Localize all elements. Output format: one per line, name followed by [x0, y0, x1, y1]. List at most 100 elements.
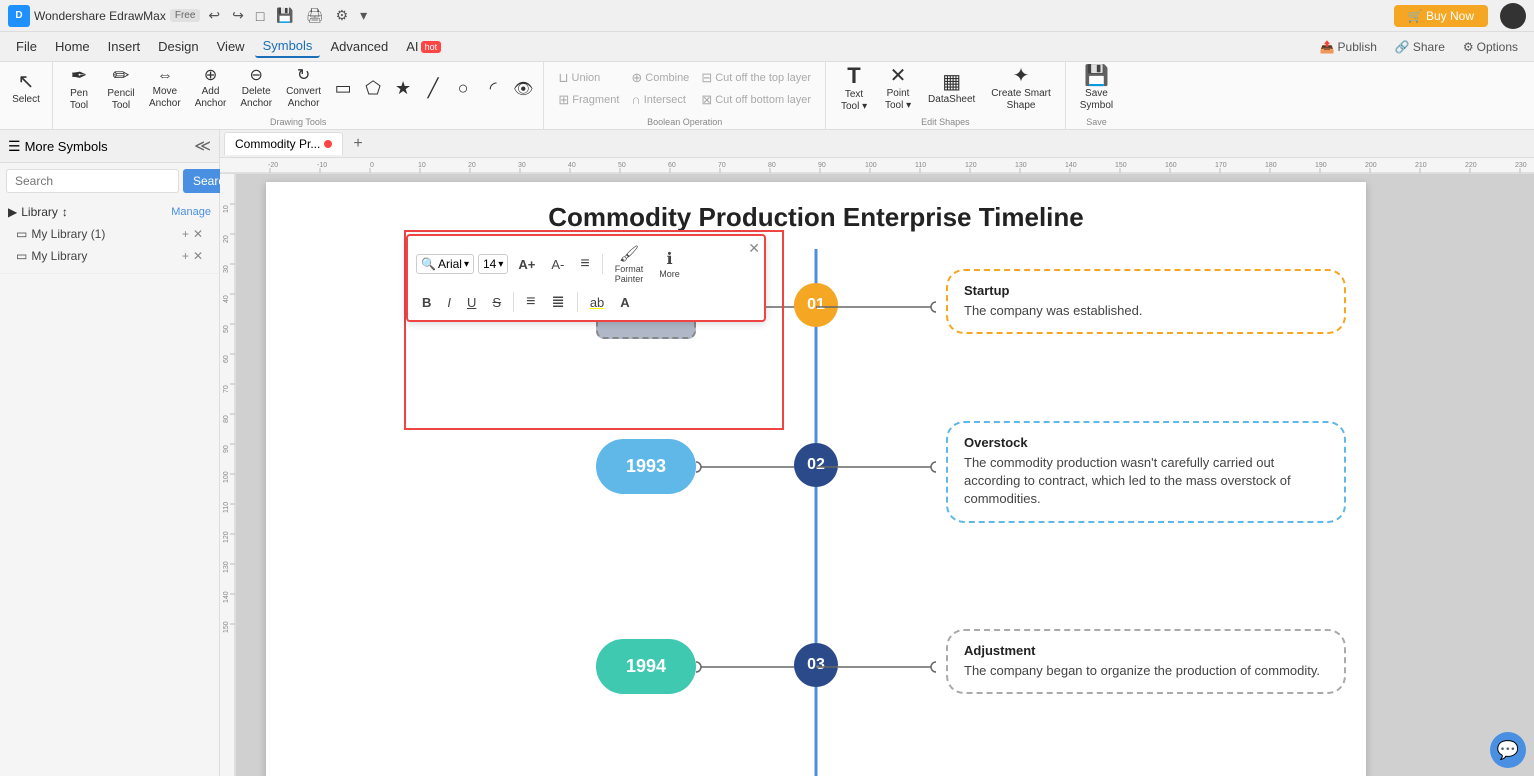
- svg-text:30: 30: [518, 162, 526, 169]
- cut-top-btn[interactable]: ⊟ Cut off the top layer: [695, 67, 817, 89]
- svg-text:230: 230: [1515, 162, 1527, 169]
- menu-file[interactable]: File: [8, 36, 45, 57]
- year-1993-text: 1993: [626, 456, 666, 477]
- timeline-area: 1992 01: [266, 249, 1366, 776]
- sidebar-collapse-btn[interactable]: ≪: [194, 136, 211, 156]
- delete-anchor-btn[interactable]: ⊖ DeleteAnchor: [234, 63, 278, 115]
- undo-btn[interactable]: ↩: [204, 5, 224, 26]
- text-formatting-toolbar: ✕ 🔍 Arial ▾ 14 ▾: [406, 234, 766, 322]
- my-lib-1-add-icon[interactable]: +: [182, 227, 189, 241]
- text-tool-btn[interactable]: T TextTool ▾: [834, 63, 874, 115]
- menu-insert[interactable]: Insert: [100, 36, 149, 57]
- datasheet-btn[interactable]: ▦ DataSheet: [922, 63, 981, 115]
- uppercase-btn[interactable]: A: [614, 293, 635, 312]
- canvas-tab[interactable]: Commodity Pr...: [224, 132, 343, 155]
- union-btn[interactable]: ⊔ Union: [552, 67, 625, 89]
- add-tab-btn[interactable]: +: [345, 131, 370, 157]
- more-btn[interactable]: ℹ More: [653, 247, 686, 281]
- svg-text:120: 120: [965, 162, 977, 169]
- svg-text:50: 50: [618, 162, 626, 169]
- menu-design[interactable]: Design: [150, 36, 206, 57]
- print-btn[interactable]: 🖨: [302, 5, 328, 26]
- menu-advanced[interactable]: Advanced: [322, 36, 396, 57]
- menu-view[interactable]: View: [209, 36, 253, 57]
- share-btn[interactable]: 🔗 Share: [1387, 37, 1453, 57]
- svg-text:-10: -10: [317, 162, 327, 169]
- text-toolbar-close-btn[interactable]: ✕: [748, 240, 760, 257]
- manage-link[interactable]: Manage: [171, 206, 211, 218]
- move-anchor-btn[interactable]: ⇔ MoveAnchor: [143, 63, 187, 115]
- save-btn-top[interactable]: 💾: [272, 5, 297, 26]
- svg-text:220: 220: [1465, 162, 1477, 169]
- create-smart-shape-btn[interactable]: ✦ Create SmartShape: [985, 63, 1056, 115]
- info-title-1993: Overstock: [964, 435, 1328, 450]
- save-symbol-btn[interactable]: 💾 SaveSymbol: [1074, 63, 1119, 115]
- menu-ai[interactable]: AI hot: [398, 36, 449, 57]
- eye-shape-btn[interactable]: 👁: [509, 63, 537, 115]
- point-tool-icon: ✕: [890, 66, 907, 86]
- buy-now-btn[interactable]: 🛒 🛒 Buy NowBuy Now: [1394, 5, 1488, 27]
- fragment-btn[interactable]: ⊞ Fragment: [552, 89, 625, 111]
- cut-top-label: Cut off the top layer: [715, 72, 811, 84]
- strikethrough-btn[interactable]: S: [486, 293, 507, 312]
- user-avatar[interactable]: [1500, 3, 1526, 29]
- pencil-tool-btn[interactable]: ✏ PencilTool: [101, 63, 141, 115]
- save-symbol-label: SaveSymbol: [1080, 88, 1113, 112]
- pentagon-shape-btn[interactable]: ⬠: [359, 63, 387, 115]
- combine-btn[interactable]: ⊕ Combine: [625, 67, 695, 89]
- ordered-list-btn[interactable]: ≡: [520, 291, 541, 313]
- grow-font-btn[interactable]: A+: [512, 255, 541, 274]
- add-anchor-btn[interactable]: ⊕ AddAnchor: [189, 63, 233, 115]
- settings-btn[interactable]: ⚙: [332, 5, 353, 26]
- my-lib-1-close-icon[interactable]: ✕: [193, 227, 203, 241]
- line-icon: ╱: [428, 78, 439, 99]
- bold-btn[interactable]: B: [416, 293, 437, 312]
- intersect-btn[interactable]: ∩ Intersect: [625, 89, 695, 111]
- align-btn[interactable]: ≡: [574, 253, 595, 275]
- star-shape-btn[interactable]: ★: [389, 63, 417, 115]
- svg-text:90: 90: [818, 162, 826, 169]
- point-tool-btn[interactable]: ✕ PointTool ▾: [878, 63, 918, 115]
- highlight-btn[interactable]: ab: [584, 293, 610, 312]
- circle-shape-btn[interactable]: ○: [449, 63, 477, 115]
- italic-btn[interactable]: I: [441, 293, 457, 312]
- cut-top-icon: ⊟: [701, 70, 712, 86]
- arc-shape-btn[interactable]: ◜: [479, 63, 507, 115]
- publish-btn[interactable]: 📤 Publish: [1312, 37, 1385, 57]
- year-1993-shape[interactable]: 1993: [596, 439, 696, 494]
- new-page-btn[interactable]: □: [252, 6, 268, 26]
- more-btn[interactable]: ▾: [356, 5, 371, 26]
- save-section-label: Save: [1066, 117, 1127, 127]
- menu-symbols[interactable]: Symbols: [255, 35, 321, 58]
- redo-btn[interactable]: ↪: [228, 5, 248, 26]
- my-library-2-item[interactable]: ▭ My Library + ✕: [8, 245, 211, 267]
- rectangle-shape-btn[interactable]: ▭: [329, 63, 357, 115]
- underline-btn[interactable]: U: [461, 293, 482, 312]
- shrink-font-btn[interactable]: A-: [545, 255, 570, 274]
- options-btn[interactable]: ⚙ Options: [1455, 37, 1526, 57]
- pen-tool-btn[interactable]: ✒ PenTool: [59, 63, 99, 115]
- my-library-1-item[interactable]: ▭ My Library (1) + ✕: [8, 223, 211, 245]
- svg-text:110: 110: [223, 502, 230, 513]
- format-painter-btn[interactable]: 🖌 FormatPainter: [609, 242, 650, 286]
- convert-anchor-btn[interactable]: ↻ ConvertAnchor: [280, 63, 327, 115]
- canvas-bg[interactable]: Commodity Production Enterprise Timeline: [236, 174, 1534, 776]
- sidebar: ☰ More Symbols ≪ Search ▶ Library ↕ Mana…: [0, 130, 220, 776]
- menu-home[interactable]: Home: [47, 36, 98, 57]
- line-shape-btn[interactable]: ╱: [419, 63, 447, 115]
- ruler-left-svg: 10 20 30 40 50 60 70: [220, 174, 236, 776]
- select-tool-btn[interactable]: ↖ Select: [6, 63, 46, 115]
- help-chat-btn[interactable]: 💬: [1490, 732, 1526, 768]
- font-selector[interactable]: 🔍 Arial ▾: [416, 254, 474, 274]
- toolbar: ↖ Select ✒ PenTool ✏ PencilTool ⇔ MoveAn…: [0, 62, 1534, 130]
- year-1994-shape[interactable]: 1994: [596, 639, 696, 694]
- search-input[interactable]: [6, 169, 179, 193]
- my-lib-2-add-icon[interactable]: +: [182, 249, 189, 263]
- my-lib-1-label: My Library (1): [31, 227, 105, 241]
- star-icon: ★: [395, 78, 411, 99]
- cut-bottom-btn[interactable]: ⊠ Cut off bottom layer: [695, 89, 817, 111]
- font-size-selector[interactable]: 14 ▾: [478, 254, 508, 274]
- svg-text:140: 140: [1065, 162, 1077, 169]
- my-lib-2-close-icon[interactable]: ✕: [193, 249, 203, 263]
- unordered-list-btn[interactable]: ≣: [545, 290, 570, 314]
